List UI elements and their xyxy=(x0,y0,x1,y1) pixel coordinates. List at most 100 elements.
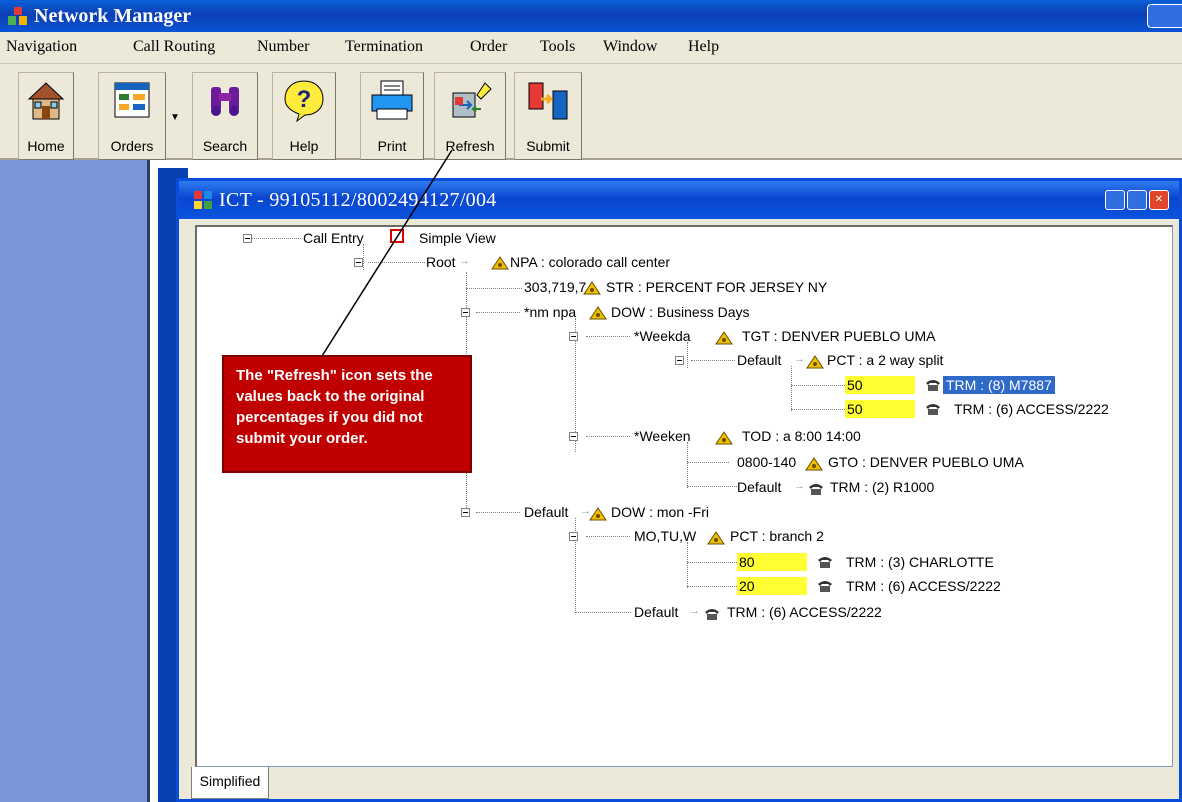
collapse-root-icon[interactable] xyxy=(354,258,363,267)
tree-pct1-value-1[interactable]: 50 xyxy=(845,376,915,394)
decision-node-icon xyxy=(589,306,607,320)
tree-pct2[interactable]: PCT : branch 2 xyxy=(730,527,824,545)
orders-icon xyxy=(114,82,150,118)
menu-call-routing[interactable]: Call Routing xyxy=(133,33,215,61)
decision-node-icon xyxy=(583,281,601,295)
tree-weekday[interactable]: *Weekda xyxy=(634,327,691,345)
print-button[interactable]: Print xyxy=(360,72,424,160)
home-button[interactable]: Home xyxy=(18,72,74,160)
tree-tgt[interactable]: TGT : DENVER PUEBLO UMA xyxy=(742,327,935,345)
binoculars-icon xyxy=(211,87,239,116)
decision-node-icon xyxy=(715,431,733,445)
close-icon[interactable]: × xyxy=(1149,190,1169,210)
search-label: Search xyxy=(202,138,248,154)
tree-npa[interactable]: NPA : colorado call center xyxy=(510,253,670,271)
tree-nm-npa[interactable]: *nm npa xyxy=(524,303,576,321)
orders-button[interactable]: Orders xyxy=(98,72,166,160)
child-title-bar: ICT - 99105112/8002494127/004 × xyxy=(179,181,1179,219)
main-title-bar: Network Manager xyxy=(0,0,1182,32)
tree-pct2-value-1[interactable]: 80 xyxy=(737,553,807,571)
decision-node-icon xyxy=(589,507,607,521)
submit-arrow-icon xyxy=(528,82,568,120)
tree-trm3[interactable]: TRM : (2) R1000 xyxy=(830,478,934,496)
tree-trm5[interactable]: TRM : (6) ACCESS/2222 xyxy=(846,577,1001,595)
menu-termination[interactable]: Termination xyxy=(345,33,423,61)
menu-help[interactable]: Help xyxy=(688,33,719,61)
tree-default4[interactable]: Default xyxy=(634,603,678,621)
tree-trm6[interactable]: TRM : (6) ACCESS/2222 xyxy=(727,603,882,621)
decision-node-icon xyxy=(805,457,823,471)
telephone-icon xyxy=(809,484,823,495)
tree-str[interactable]: STR : PERCENT FOR JERSEY NY xyxy=(606,278,827,296)
telephone-icon xyxy=(926,380,940,391)
tree-gto-key[interactable]: 0800-140 xyxy=(737,453,796,471)
search-button[interactable]: Search xyxy=(192,72,258,160)
view-toggle-icon[interactable] xyxy=(390,229,404,243)
menu-tools[interactable]: Tools xyxy=(540,33,575,61)
telephone-icon xyxy=(926,404,940,415)
help-question-icon: ? xyxy=(284,80,324,123)
refresh-button[interactable]: Refresh xyxy=(434,72,506,160)
tree-trm4[interactable]: TRM : (3) CHARLOTTE xyxy=(846,553,994,571)
tree-root[interactable]: Root xyxy=(426,253,456,271)
tree-dow1[interactable]: DOW : Business Days xyxy=(611,303,749,321)
refresh-callout-note: The "Refresh" icon sets the values back … xyxy=(222,355,472,473)
minimize-icon[interactable] xyxy=(1105,190,1125,210)
network-app-icon xyxy=(8,7,27,25)
menu-number[interactable]: Number xyxy=(257,33,309,61)
ict-child-window: ICT - 99105112/8002494127/004 × Call Ent… xyxy=(176,178,1182,802)
tree-window-icon xyxy=(194,191,212,209)
tree-call-entry[interactable]: Call Entry xyxy=(303,229,364,247)
tree-dow2[interactable]: DOW : mon -Fri xyxy=(611,503,709,521)
collapse-default3-icon[interactable] xyxy=(461,508,470,517)
printer-icon xyxy=(371,80,413,120)
submit-button[interactable]: Submit xyxy=(514,72,582,160)
maximize-icon[interactable] xyxy=(1127,190,1147,210)
orders-dropdown-arrow-icon[interactable]: ▼ xyxy=(170,112,180,123)
tree-trm2[interactable]: TRM : (6) ACCESS/2222 xyxy=(954,400,1109,418)
child-window-title: ICT - 99105112/8002494127/004 xyxy=(219,189,497,211)
tree-default2[interactable]: Default xyxy=(737,478,781,496)
help-button[interactable]: ? Help xyxy=(272,72,336,160)
menu-window[interactable]: Window xyxy=(603,33,657,61)
help-label: Help xyxy=(289,138,319,154)
app-title: Network Manager xyxy=(34,5,192,27)
collapse-weekend-icon[interactable] xyxy=(569,432,578,441)
application-frame: Network Manager Navigation Call Routing … xyxy=(0,0,1182,802)
collapse-motuw-icon[interactable] xyxy=(569,532,578,541)
refresh-icon xyxy=(452,82,492,118)
tree-default1[interactable]: Default xyxy=(737,351,781,369)
tree-weekend[interactable]: *Weeken xyxy=(634,427,691,445)
tree-pct1[interactable]: PCT : a 2 way split xyxy=(827,351,943,369)
home-label: Home xyxy=(27,138,65,154)
tree-trm1[interactable]: TRM : (8) M7887 xyxy=(943,376,1055,394)
tree-motuw[interactable]: MO,TU,W xyxy=(634,527,696,545)
submit-label: Submit xyxy=(526,138,570,154)
menu-order[interactable]: Order xyxy=(470,33,507,61)
house-icon xyxy=(27,82,65,120)
decision-node-icon xyxy=(491,256,509,270)
tree-default3[interactable]: Default xyxy=(524,503,568,521)
decision-node-icon xyxy=(806,355,824,369)
tree-pct1-value-2[interactable]: 50 xyxy=(845,400,915,418)
menu-bar: Navigation Call Routing Number Terminati… xyxy=(0,32,1182,64)
decision-node-icon xyxy=(715,331,733,345)
window-controls[interactable] xyxy=(1147,4,1182,28)
tree-simple-view[interactable]: Simple View xyxy=(419,229,496,247)
tree-tod[interactable]: TOD : a 8:00 14:00 xyxy=(742,427,861,445)
decision-node-icon xyxy=(707,531,725,545)
telephone-icon xyxy=(818,581,832,592)
svg-text:?: ? xyxy=(297,86,312,113)
menu-navigation[interactable]: Navigation xyxy=(6,33,77,61)
tree-gto[interactable]: GTO : DENVER PUEBLO UMA xyxy=(828,453,1024,471)
print-label: Print xyxy=(377,138,407,154)
navigation-sidebar xyxy=(0,160,150,802)
tree-str-key[interactable]: 303,719,7 xyxy=(524,278,586,296)
collapse-nm-npa-icon[interactable] xyxy=(461,308,470,317)
tab-simplified[interactable]: Simplified xyxy=(191,767,269,799)
collapse-default1-icon[interactable] xyxy=(675,356,684,365)
tree-pct2-value-2[interactable]: 20 xyxy=(737,577,807,595)
collapse-weekday-icon[interactable] xyxy=(569,332,578,341)
refresh-label: Refresh xyxy=(445,138,495,154)
collapse-call-entry-icon[interactable] xyxy=(243,234,252,243)
